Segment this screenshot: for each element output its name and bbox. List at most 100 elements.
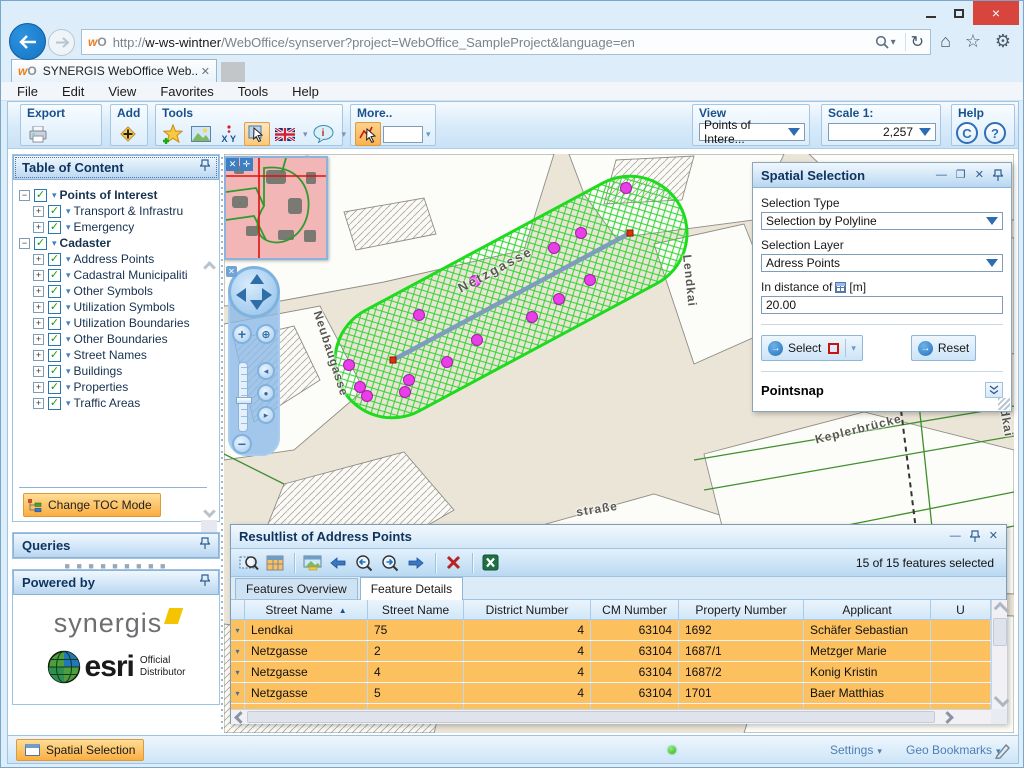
forward-button[interactable] [48, 29, 75, 56]
info-caret-icon[interactable]: ▾ [342, 129, 347, 140]
table-cell[interactable]: 63104 [591, 620, 679, 640]
selected-address-point[interactable] [554, 294, 565, 305]
selected-address-point[interactable] [400, 387, 411, 398]
layer-checkbox[interactable]: ✓ [34, 237, 47, 250]
next-extent-button[interactable]: ▸ [257, 406, 275, 424]
column-header[interactable]: Street Name [368, 600, 464, 620]
table-cell[interactable]: 4 [464, 662, 591, 682]
more-tool-combobox[interactable] [383, 126, 423, 143]
collapse-icon[interactable]: − [19, 190, 30, 201]
overview-move-icon[interactable]: ✛ [240, 158, 253, 171]
scroll-right-icon[interactable] [941, 711, 954, 724]
table-cell[interactable] [931, 641, 991, 661]
image-tool-button[interactable] [188, 122, 214, 146]
refresh-icon[interactable]: ↻ [911, 32, 924, 52]
table-cell[interactable]: 75 [368, 620, 464, 640]
row-menu-caret-icon[interactable]: ▾ [231, 683, 245, 703]
help-button[interactable]: ? [984, 122, 1006, 144]
menu-view[interactable]: View [108, 84, 136, 99]
row-menu-caret-icon[interactable]: ▾ [231, 662, 245, 682]
panel-pin-icon[interactable] [993, 169, 1003, 182]
map-view-button[interactable] [300, 552, 324, 574]
column-header[interactable]: District Number [464, 600, 591, 620]
expand-icon[interactable]: + [33, 318, 44, 329]
layer-checkbox[interactable]: ✓ [48, 397, 61, 410]
layer-caret-icon[interactable]: ▾ [66, 206, 71, 217]
toc-scroll-down-icon[interactable] [203, 505, 216, 518]
selected-address-point[interactable] [472, 335, 483, 346]
table-cell[interactable]: 1692 [679, 620, 804, 640]
print-button[interactable] [25, 122, 51, 146]
table-cell[interactable]: 63104 [591, 641, 679, 661]
panel-minimize-icon[interactable]: — [936, 170, 947, 181]
layer-checkbox[interactable]: ✓ [48, 205, 61, 218]
expand-icon[interactable]: + [33, 350, 44, 361]
panel-resize-grip[interactable] [998, 398, 1010, 410]
layer-checkbox[interactable]: ✓ [48, 285, 61, 298]
toc-item[interactable]: −✓▾Points of Interest [13, 187, 201, 203]
table-cell[interactable]: 4 [464, 641, 591, 661]
scale-input[interactable]: 2,257 [828, 123, 936, 141]
layer-checkbox[interactable]: ✓ [34, 189, 47, 202]
menu-tools[interactable]: Tools [238, 84, 268, 99]
select-caret-icon[interactable]: ▾ [845, 339, 856, 357]
table-cell[interactable] [931, 683, 991, 703]
url-text[interactable]: http://w-ws-wintner/WebOffice/synserver?… [113, 35, 875, 50]
map-navigation-control[interactable]: ✕ + ⊕ ◂ ● ▸ − [226, 266, 284, 458]
toc-item[interactable]: +✓▾Utilization Symbols [13, 299, 201, 315]
table-row[interactable]: ▾Lendkai754631041692Schäfer Sebastian [231, 620, 991, 641]
window-minimize-button[interactable] [917, 1, 945, 25]
column-header[interactable]: CM Number [591, 600, 679, 620]
polyline-vertex[interactable] [627, 230, 633, 236]
previous-extent-button[interactable]: ◂ [257, 362, 275, 380]
expand-icon[interactable]: + [33, 334, 44, 345]
back-button[interactable] [9, 23, 46, 60]
home-icon[interactable]: ⌂ [940, 31, 951, 52]
info-tool-button[interactable]: i [311, 122, 337, 146]
expand-icon[interactable]: + [33, 254, 44, 265]
layer-checkbox[interactable]: ✓ [48, 349, 61, 362]
tab-close-icon[interactable]: ✕ [201, 65, 210, 78]
toc-item[interactable]: +✓▾Buildings [13, 363, 201, 379]
layer-checkbox[interactable]: ✓ [48, 301, 61, 314]
table-cell[interactable] [931, 662, 991, 682]
table-cell[interactable]: 4 [368, 662, 464, 682]
selection-type-dropdown[interactable]: Selection by Polyline [761, 212, 1003, 230]
settings-menu[interactable]: Settings▾ [830, 743, 882, 757]
overview-map[interactable]: ✕ ✛ [224, 156, 328, 260]
table-cell[interactable]: Konig Kristin [804, 662, 931, 682]
search-caret-icon[interactable]: ▾ [891, 37, 896, 48]
table-cell[interactable]: Lendkai [245, 620, 368, 640]
expand-icon[interactable]: + [33, 398, 44, 409]
expand-icon[interactable]: + [33, 206, 44, 217]
overview-close-icon[interactable]: ✕ [226, 158, 239, 171]
next-record-button[interactable] [404, 552, 428, 574]
layer-checkbox[interactable]: ✓ [48, 253, 61, 266]
selected-address-point[interactable] [362, 391, 373, 402]
menu-favorites[interactable]: Favorites [160, 84, 213, 99]
queries-pin-icon[interactable] [200, 537, 210, 555]
new-tab-button[interactable] [221, 62, 245, 82]
table-cell[interactable]: Baer Matthias [804, 683, 931, 703]
layer-caret-icon[interactable]: ▾ [66, 366, 71, 377]
reset-button[interactable]: → Reset [911, 335, 976, 361]
geo-bookmarks-menu[interactable]: Geo Bookmarks▾ [906, 743, 1001, 757]
zoom-slider[interactable] [238, 362, 248, 432]
selection-layer-dropdown[interactable]: Adress Points [761, 254, 1003, 272]
tab-feature-details[interactable]: Feature Details [360, 577, 463, 600]
collapse-icon[interactable]: − [19, 238, 30, 249]
layer-caret-icon[interactable]: ▾ [66, 318, 71, 329]
zoom-slider-handle[interactable] [236, 397, 252, 404]
layer-checkbox[interactable]: ✓ [48, 365, 61, 378]
settings-gear-icon[interactable]: ⚙ [995, 31, 1011, 52]
menu-edit[interactable]: Edit [62, 84, 84, 99]
zoom-in-button[interactable]: + [232, 324, 252, 344]
toc-item[interactable]: +✓▾Cadastral Municipaliti [13, 267, 201, 283]
browser-tab[interactable]: wO SYNERGIS WebOffice Web... ✕ [11, 59, 217, 82]
table-cell[interactable]: 1701 [679, 683, 804, 703]
toc-pin-icon[interactable] [200, 159, 210, 177]
layer-caret-icon[interactable]: ▾ [52, 190, 57, 201]
result-table-hscrollbar[interactable] [231, 709, 991, 724]
nav-collapse-icon[interactable]: ✕ [226, 266, 237, 277]
toc-item[interactable]: +✓▾Emergency [13, 219, 201, 235]
